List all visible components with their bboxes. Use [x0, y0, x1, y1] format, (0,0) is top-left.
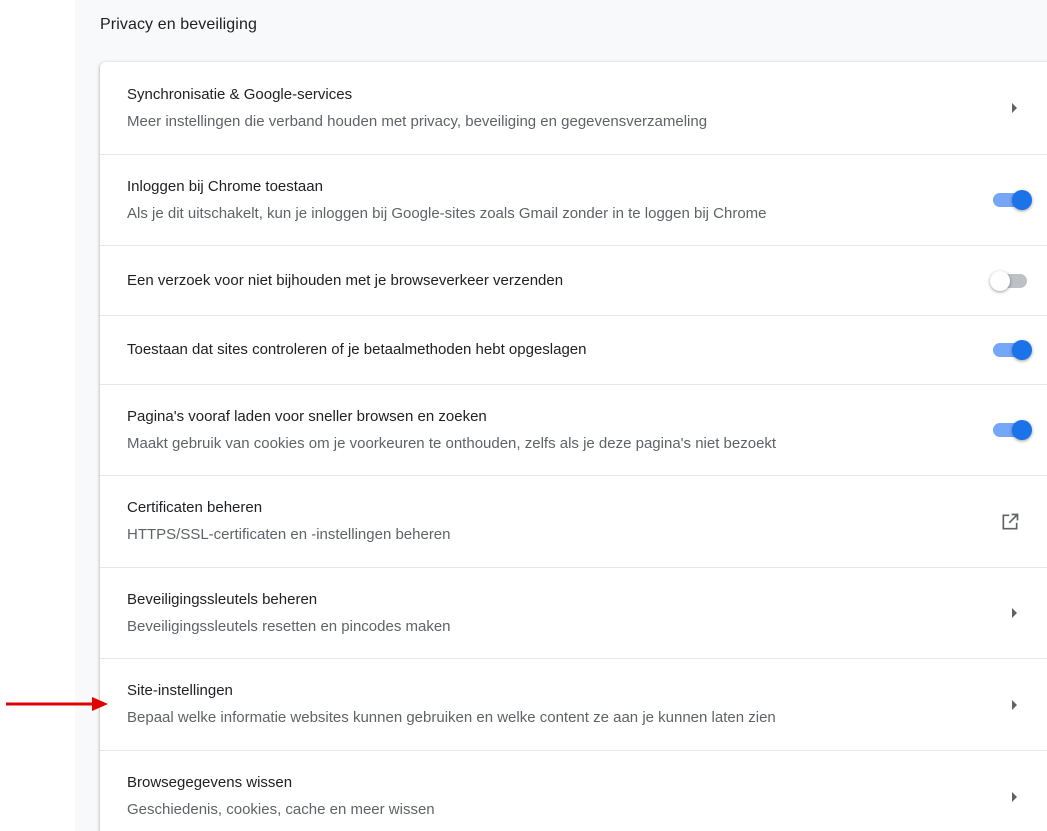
row-control	[980, 685, 1040, 725]
settings-page: Privacy en beveiliging Synchronisatie & …	[0, 0, 1047, 831]
setting-row-clear-browsing-data[interactable]: Browsegegevens wissen Geschiedenis, cook…	[100, 750, 1047, 831]
setting-row-allow-chrome-sign-in: Inloggen bij Chrome toestaan Als je dit …	[100, 154, 1047, 245]
row-text: Inloggen bij Chrome toestaan Als je dit …	[127, 177, 767, 224]
row-subtitle: Beveiligingssleutels resetten en pincode…	[127, 617, 451, 635]
row-text: Toestaan dat sites controleren of je bet…	[127, 340, 587, 360]
chevron-right-icon[interactable]	[1011, 700, 1017, 710]
setting-row-security-keys[interactable]: Beveiligingssleutels beheren Beveiliging…	[100, 567, 1047, 658]
row-control	[980, 593, 1040, 633]
section-title: Privacy en beveiliging	[100, 16, 257, 33]
setting-row-preload-pages: Pagina's vooraf laden voor sneller brows…	[100, 384, 1047, 475]
setting-row-payment-methods: Toestaan dat sites controleren of je bet…	[100, 315, 1047, 384]
toggle-knob	[1012, 420, 1032, 440]
row-title: Site-instellingen	[127, 682, 233, 699]
row-title: Inloggen bij Chrome toestaan	[127, 177, 323, 195]
row-title: Pagina's vooraf laden voor sneller brows…	[127, 407, 487, 425]
row-control	[980, 777, 1040, 817]
row-title: Synchronisatie & Google-services	[127, 85, 353, 103]
row-title: Beveiligingssleutels beheren	[127, 590, 318, 608]
row-control	[980, 261, 1040, 301]
payment-methods-toggle[interactable]	[990, 340, 1032, 360]
row-title: Toestaan dat sites controleren of je bet…	[127, 341, 587, 358]
row-control	[980, 180, 1040, 220]
do-not-track-toggle[interactable]	[990, 271, 1030, 291]
row-title: Browsegegevens wissen	[127, 774, 293, 791]
toggle-knob	[990, 271, 1010, 291]
row-subtitle: Maakt gebruik van cookies om je voorkeur…	[127, 434, 777, 452]
row-control	[980, 88, 1040, 128]
setting-row-site-settings[interactable]: Site-instellingen Bepaal welke informati…	[100, 658, 1047, 750]
row-control	[980, 330, 1040, 370]
row-title: Certificaten beheren	[127, 499, 263, 516]
row-text: Site-instellingen Bepaal welke informati…	[127, 681, 776, 728]
row-title: Een verzoek voor niet bijhouden met je b…	[127, 271, 564, 289]
chevron-right-icon[interactable]	[1011, 608, 1017, 618]
row-subtitle: Als je dit uitschakelt, kun je inloggen …	[127, 204, 767, 222]
toggle-knob	[1012, 190, 1032, 210]
chevron-right-icon[interactable]	[1011, 792, 1017, 802]
setting-row-manage-certificates[interactable]: Certificaten beheren HTTPS/SSL-certifica…	[100, 475, 1047, 567]
setting-row-sync-google-services[interactable]: Synchronisatie & Google-services Meer in…	[100, 62, 1047, 154]
row-subtitle: Bepaal welke informatie websites kunnen …	[127, 709, 776, 726]
red-pointer-arrow-icon	[6, 697, 108, 711]
row-subtitle: Geschiedenis, cookies, cache en meer wis…	[127, 801, 435, 818]
preload-pages-toggle[interactable]	[990, 420, 1032, 440]
row-text: Certificaten beheren HTTPS/SSL-certifica…	[127, 498, 451, 545]
row-subtitle: Meer instellingen die verband houden met…	[127, 112, 708, 130]
privacy-settings-card: Synchronisatie & Google-services Meer in…	[100, 62, 1047, 831]
row-text: Synchronisatie & Google-services Meer in…	[127, 85, 707, 132]
open-in-new-icon[interactable]	[1000, 512, 1020, 532]
row-subtitle: HTTPS/SSL-certificaten en -instellingen …	[127, 526, 451, 543]
row-control	[980, 410, 1040, 450]
setting-row-do-not-track: Een verzoek voor niet bijhouden met je b…	[100, 245, 1047, 315]
toggle-knob	[1012, 340, 1032, 360]
row-control	[980, 502, 1040, 542]
row-text: Beveiligingssleutels beheren Beveiliging…	[127, 590, 451, 637]
row-text: Browsegegevens wissen Geschiedenis, cook…	[127, 773, 435, 820]
row-text: Een verzoek voor niet bijhouden met je b…	[127, 271, 563, 291]
allow-chrome-sign-in-toggle[interactable]	[990, 190, 1032, 210]
chevron-right-icon[interactable]	[1011, 103, 1017, 113]
row-text: Pagina's vooraf laden voor sneller brows…	[127, 407, 776, 454]
